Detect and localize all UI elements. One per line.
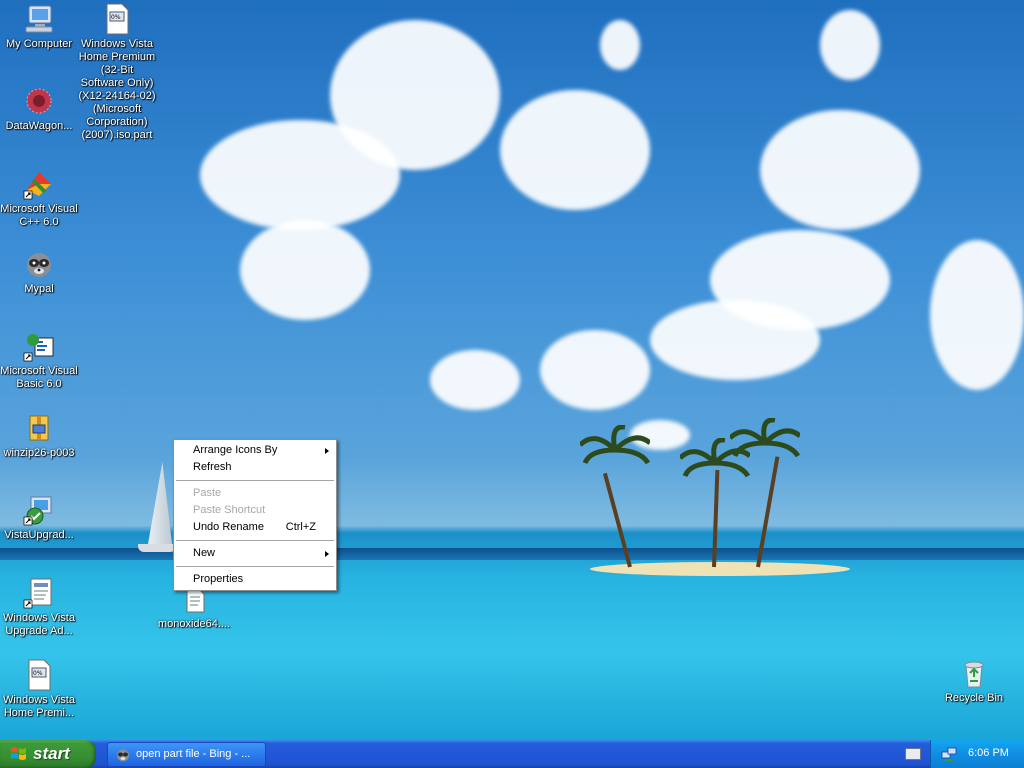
menu-item-undo-rename[interactable]: Undo Rename Ctrl+Z — [174, 519, 336, 536]
submenu-arrow-icon — [325, 448, 329, 454]
submenu-arrow-icon — [325, 551, 329, 557]
desktop-icon-msvb[interactable]: Microsoft Visual Basic 6.0 — [0, 330, 78, 391]
winzip-icon — [23, 412, 55, 444]
cloud — [710, 230, 890, 330]
menu-item-label: Arrange Icons By — [193, 444, 278, 456]
cloud — [240, 220, 370, 320]
icon-label: Recycle Bin — [944, 692, 1004, 704]
cloud — [430, 350, 520, 410]
menu-item-arrange-icons-by[interactable]: Arrange Icons By — [174, 442, 336, 459]
menu-item-paste-shortcut: Paste Shortcut — [174, 502, 336, 519]
menu-item-shortcut: Ctrl+Z — [285, 521, 316, 533]
keyboard-icon[interactable] — [905, 748, 921, 760]
desktop-icon-vistaupgrade[interactable]: VistaUpgrad... — [0, 494, 78, 542]
cloud — [500, 90, 650, 210]
upgrade-advisor-icon — [23, 494, 55, 526]
file-icon: 0% — [101, 3, 133, 35]
cloud — [930, 240, 1024, 390]
boat-hull — [138, 544, 176, 552]
icon-label: My Computer — [5, 38, 73, 50]
icon-label: Mypal — [24, 283, 54, 295]
menu-item-label: Paste — [193, 487, 222, 499]
desktop-icon-winzip[interactable]: winzip26-p003 — [0, 412, 78, 460]
icon-label: winzip26-p003 — [3, 447, 75, 459]
menu-item-label: Properties — [193, 573, 244, 585]
icon-label: DataWagon... — [5, 120, 73, 132]
taskbar: start open part file - Bing - ... 6:06 P… — [0, 740, 1024, 768]
visual-basic-icon — [23, 330, 55, 362]
network-icon[interactable] — [941, 746, 957, 762]
cloud — [540, 330, 650, 410]
icon-label: VistaUpgrad... — [4, 529, 74, 541]
menu-item-label: Paste Shortcut — [193, 504, 266, 516]
taskbar-button-bing[interactable]: open part file - Bing - ... — [107, 742, 266, 767]
clock[interactable]: 6:06 PM — [968, 747, 1009, 759]
sailboat — [148, 462, 172, 544]
shortcut-icon — [23, 577, 55, 609]
raccoon-icon — [23, 248, 55, 280]
icon-label: Windows Vista Home Premi... — [3, 694, 75, 719]
recycle-bin-icon — [958, 657, 990, 689]
menu-separator — [176, 480, 334, 481]
cloud — [330, 20, 500, 170]
svg-text:0%: 0% — [111, 14, 121, 21]
cloud — [760, 110, 920, 230]
windows-logo-icon — [11, 747, 26, 760]
palm-fronds — [730, 418, 800, 458]
desktop-icon-recycle-bin[interactable]: Recycle Bin — [935, 657, 1013, 705]
menu-item-label: New — [193, 547, 216, 559]
desktop-icon-vista-upgrade-ad[interactable]: Windows Vista Upgrade Ad... — [0, 577, 78, 638]
desktop-context-menu: Arrange Icons By Refresh Paste Paste Sho… — [173, 439, 337, 591]
menu-item-refresh[interactable]: Refresh — [174, 459, 336, 476]
menu-separator — [176, 540, 334, 541]
raccoon-icon — [117, 749, 129, 762]
desktop-icon-datawagon[interactable]: DataWagon... — [0, 85, 78, 133]
menu-item-new[interactable]: New — [174, 545, 336, 562]
desktop-icon-msvc[interactable]: Microsoft Visual C++ 6.0 — [0, 168, 78, 229]
desktop-icon-vista-iso-part[interactable]: 0% Windows Vista Home Premium (32-Bit So… — [78, 3, 156, 142]
palm-fronds — [580, 425, 650, 465]
menu-item-label: Refresh — [193, 461, 232, 473]
desktop-icon-mypal[interactable]: Mypal — [0, 248, 78, 296]
icon-label: Windows Vista Upgrade Ad... — [3, 612, 75, 637]
icon-label: Microsoft Visual Basic 6.0 — [0, 365, 78, 390]
icon-label: Microsoft Visual C++ 6.0 — [0, 203, 78, 228]
file-icon: 0% — [23, 659, 55, 691]
desktop-icon-my-computer[interactable]: My Computer — [0, 3, 78, 51]
desktop-icon-vista-home-premi[interactable]: 0% Windows Vista Home Premi... — [0, 659, 78, 720]
start-button[interactable]: start — [0, 740, 96, 768]
cloud — [820, 10, 880, 80]
computer-icon — [23, 3, 55, 35]
taskbar-button-label: open part file - Bing - ... — [136, 748, 251, 760]
start-label: start — [33, 744, 70, 763]
menu-item-properties[interactable]: Properties — [174, 571, 336, 588]
system-tray: 6:06 PM — [930, 740, 1024, 768]
cloud — [600, 20, 640, 70]
menu-separator — [176, 566, 334, 567]
menu-item-paste: Paste — [174, 485, 336, 502]
svg-text:0%: 0% — [33, 670, 43, 677]
menu-item-label: Undo Rename — [193, 521, 264, 533]
icon-label: Windows Vista Home Premium (32-Bit Softw… — [78, 38, 156, 141]
datawagon-icon — [23, 85, 55, 117]
icon-label: monoxide64.... — [157, 618, 231, 630]
visual-cpp-icon — [23, 168, 55, 200]
